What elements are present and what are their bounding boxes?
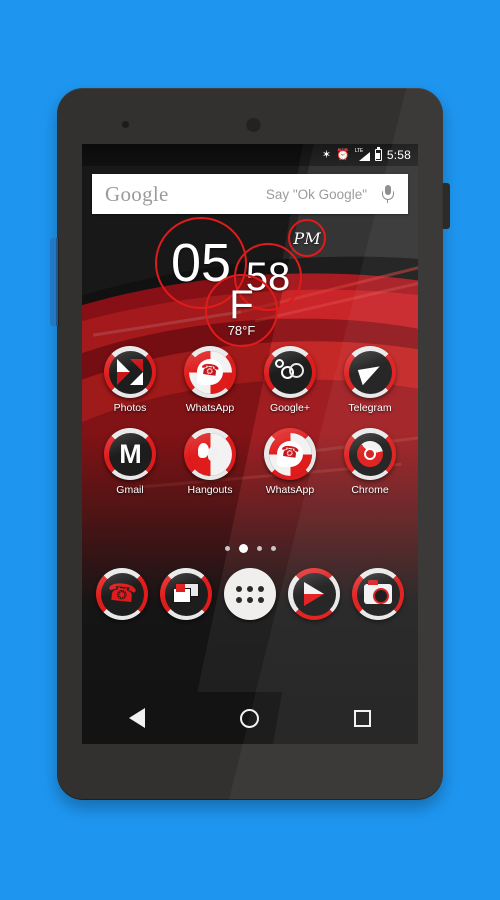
hangouts-icon xyxy=(184,428,236,480)
app-label: Gmail xyxy=(116,484,144,496)
volume-rocker-button[interactable] xyxy=(50,238,59,326)
play-store-icon[interactable] xyxy=(288,568,340,620)
chrome-icon xyxy=(344,428,396,480)
weather-widget[interactable]: F 78°F xyxy=(205,274,278,347)
home-circle-icon[interactable] xyxy=(239,708,259,728)
page-dot[interactable] xyxy=(256,546,262,551)
app-icon-telegram[interactable]: Telegram xyxy=(337,346,403,414)
front-camera xyxy=(246,117,261,132)
status-bar-clock: 5:58 xyxy=(386,148,411,162)
apps-grid-icon xyxy=(236,585,264,603)
app-label: Chrome xyxy=(351,484,389,496)
app-icon-photos[interactable]: Photos xyxy=(97,346,163,414)
app-icon-whatsapp-2[interactable]: WhatsApp xyxy=(257,428,323,496)
app-icon-whatsapp[interactable]: WhatsApp xyxy=(177,346,243,414)
app-label: WhatsApp xyxy=(185,402,235,414)
app-icon-chrome[interactable]: Chrome xyxy=(337,428,403,496)
phone-icon[interactable]: ☎ xyxy=(96,568,148,620)
app-drawer-button[interactable] xyxy=(224,568,276,620)
whatsapp-icon xyxy=(184,346,236,398)
app-row-1: Photos WhatsApp xyxy=(82,346,418,414)
back-triangle-icon[interactable] xyxy=(129,708,146,728)
bluetooth-icon: ✶ xyxy=(321,148,332,161)
app-label: Photos xyxy=(113,402,147,414)
app-icon-hangouts[interactable]: Hangouts xyxy=(177,428,243,496)
messages-icon[interactable] xyxy=(160,568,212,620)
page-indicator xyxy=(82,544,418,553)
camera-icon[interactable] xyxy=(352,568,404,620)
weather-temperature: 78°F xyxy=(227,322,256,338)
google-search-bar[interactable]: Google Say "Ok Google" xyxy=(92,174,408,214)
search-hint-text: Say "Ok Google" xyxy=(265,186,367,202)
clock-ampm-value: PM xyxy=(293,228,321,248)
power-button[interactable] xyxy=(442,183,450,229)
telegram-icon xyxy=(344,346,396,398)
navigation-bar xyxy=(82,692,418,744)
whatsapp-icon xyxy=(264,428,316,480)
alarm-icon: ⏰ xyxy=(336,148,350,161)
dock: ☎ xyxy=(82,562,418,626)
google-plus-icon xyxy=(264,346,316,398)
page-dot[interactable] xyxy=(224,546,230,551)
gmail-icon: M xyxy=(104,428,156,480)
phone-device: ✶ ⏰ LTE 5:58 Google Say "Ok Google" 05 5… xyxy=(57,88,443,800)
app-grid: Photos WhatsApp xyxy=(82,346,418,510)
app-row-2: M Gmail Hangouts xyxy=(82,428,418,496)
app-label: WhatsApp xyxy=(265,484,315,496)
app-label: Google+ xyxy=(270,402,310,414)
recents-square-icon[interactable] xyxy=(353,709,371,727)
google-logo: Google xyxy=(105,181,169,206)
signal-icon: LTE xyxy=(355,148,370,162)
phone-screen: ✶ ⏰ LTE 5:58 Google Say "Ok Google" 05 5… xyxy=(82,144,418,744)
page-dot[interactable] xyxy=(270,546,276,551)
clock-ampm: PM xyxy=(288,219,326,257)
proximity-sensor xyxy=(122,121,129,128)
photos-icon xyxy=(104,346,156,398)
microphone-icon[interactable] xyxy=(381,184,394,204)
app-icon-gmail[interactable]: M Gmail xyxy=(97,428,163,496)
battery-icon xyxy=(374,147,382,161)
app-label: Telegram xyxy=(348,402,392,414)
status-bar[interactable]: ✶ ⏰ LTE 5:58 xyxy=(82,144,418,166)
app-icon-google-plus[interactable]: Google+ xyxy=(257,346,323,414)
app-label: Hangouts xyxy=(187,484,233,496)
page-dot-active[interactable] xyxy=(238,544,248,553)
clock-weather-widget[interactable]: 05 58 PM F 78°F xyxy=(82,216,418,347)
weather-symbol: F xyxy=(229,283,254,328)
